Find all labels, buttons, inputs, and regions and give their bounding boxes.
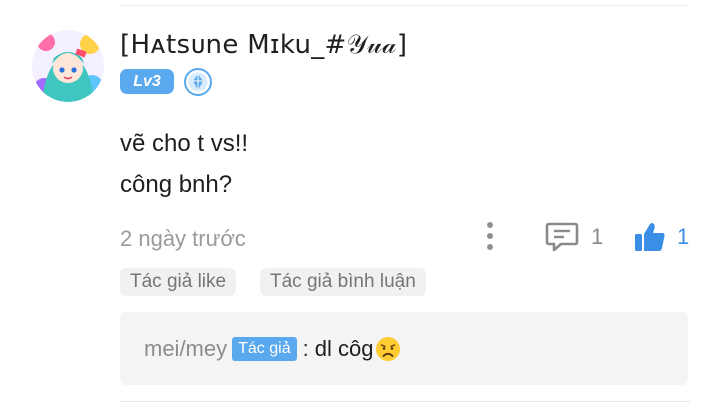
reply-author[interactable]: mei/mey bbox=[144, 336, 227, 362]
reply-preview[interactable]: mei/mey Tác giả : dl côg bbox=[120, 312, 688, 385]
comment-text-line-2: công bnh? bbox=[120, 171, 233, 198]
reply-text: dl côg bbox=[314, 336, 374, 361]
avatar[interactable] bbox=[32, 30, 104, 102]
username[interactable]: [Hᴀtsᴜne Mɪku_#𝒴𝓊𝒶] bbox=[120, 30, 407, 61]
top-divider bbox=[120, 5, 690, 6]
comment-bubble-icon bbox=[545, 222, 579, 252]
more-options-button[interactable] bbox=[478, 220, 502, 252]
reply-content: mei/mey Tác giả : dl côg bbox=[144, 336, 401, 362]
author-liked-chip: Tác giả like bbox=[120, 268, 237, 296]
author-tag-badge: Tác giả bbox=[232, 337, 297, 361]
like-count: 1 bbox=[677, 224, 690, 249]
bottom-divider bbox=[120, 401, 690, 402]
reply-count: 1 bbox=[591, 224, 604, 249]
author-replied-chip: Tác giả bình luận bbox=[260, 268, 426, 296]
reply-separator: : bbox=[302, 336, 309, 361]
disappointed-face-emoji bbox=[376, 337, 401, 361]
like-button[interactable]: 1 bbox=[633, 220, 689, 254]
reply-count-button[interactable]: 1 bbox=[545, 220, 603, 254]
thumbs-up-icon bbox=[635, 223, 665, 251]
vertical-dots-icon bbox=[487, 222, 493, 250]
level-badge: Lv3 bbox=[120, 69, 174, 94]
timestamp: 2 ngày trước bbox=[120, 226, 246, 251]
diamond-rank-icon bbox=[184, 68, 212, 96]
comment-text-line-1: vẽ cho t vs!! bbox=[120, 130, 249, 157]
